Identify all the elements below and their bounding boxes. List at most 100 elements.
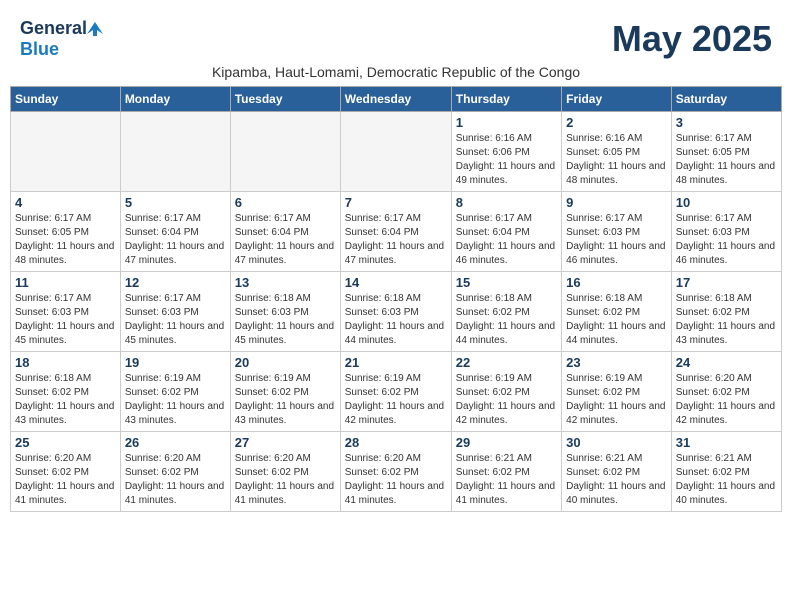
day-number: 17 (676, 275, 777, 290)
day-number: 26 (125, 435, 226, 450)
calendar-week-row: 4 Sunrise: 6:17 AM Sunset: 6:05 PM Daylig… (11, 192, 782, 272)
calendar-cell: 29 Sunrise: 6:21 AM Sunset: 6:02 PM Dayli… (451, 432, 561, 512)
day-number: 9 (566, 195, 667, 210)
month-title: May 2025 (612, 18, 772, 60)
page-header: General Blue May 2025 (10, 10, 782, 60)
day-info: Sunrise: 6:20 AM Sunset: 6:02 PM Dayligh… (345, 452, 447, 508)
day-number: 13 (235, 275, 336, 290)
day-info: Sunrise: 6:20 AM Sunset: 6:02 PM Dayligh… (676, 372, 777, 428)
day-info: Sunrise: 6:17 AM Sunset: 6:05 PM Dayligh… (15, 212, 116, 268)
calendar-cell: 27 Sunrise: 6:20 AM Sunset: 6:02 PM Dayli… (230, 432, 340, 512)
day-number: 5 (125, 195, 226, 210)
calendar-cell: 18 Sunrise: 6:18 AM Sunset: 6:02 PM Dayli… (11, 352, 121, 432)
day-info: Sunrise: 6:20 AM Sunset: 6:02 PM Dayligh… (15, 452, 116, 508)
calendar: SundayMondayTuesdayWednesdayThursdayFrid… (10, 86, 782, 512)
day-number: 6 (235, 195, 336, 210)
day-info: Sunrise: 6:17 AM Sunset: 6:05 PM Dayligh… (676, 132, 777, 188)
day-info: Sunrise: 6:18 AM Sunset: 6:02 PM Dayligh… (15, 372, 116, 428)
logo-blue: Blue (20, 39, 59, 60)
day-number: 4 (15, 195, 116, 210)
day-info: Sunrise: 6:20 AM Sunset: 6:02 PM Dayligh… (125, 452, 226, 508)
day-info: Sunrise: 6:19 AM Sunset: 6:02 PM Dayligh… (456, 372, 557, 428)
calendar-header-row: SundayMondayTuesdayWednesdayThursdayFrid… (11, 87, 782, 112)
calendar-cell: 11 Sunrise: 6:17 AM Sunset: 6:03 PM Dayli… (11, 272, 121, 352)
day-info: Sunrise: 6:17 AM Sunset: 6:03 PM Dayligh… (676, 212, 777, 268)
logo-icon (87, 20, 105, 38)
calendar-week-row: 1Sunrise: 6:16 AM Sunset: 6:06 PM Daylig… (11, 112, 782, 192)
day-number: 12 (125, 275, 226, 290)
calendar-cell: 30 Sunrise: 6:21 AM Sunset: 6:02 PM Dayli… (562, 432, 672, 512)
calendar-cell: 19Sunrise: 6:19 AM Sunset: 6:02 PM Dayli… (120, 352, 230, 432)
day-number: 11 (15, 275, 116, 290)
day-info: Sunrise: 6:16 AM Sunset: 6:05 PM Dayligh… (566, 132, 667, 188)
day-number: 28 (345, 435, 447, 450)
logo-general: General (20, 18, 87, 39)
day-info: Sunrise: 6:17 AM Sunset: 6:03 PM Dayligh… (566, 212, 667, 268)
calendar-cell: 16Sunrise: 6:18 AM Sunset: 6:02 PM Dayli… (562, 272, 672, 352)
calendar-cell: 14 Sunrise: 6:18 AM Sunset: 6:03 PM Dayli… (340, 272, 451, 352)
calendar-week-row: 25 Sunrise: 6:20 AM Sunset: 6:02 PM Dayli… (11, 432, 782, 512)
calendar-cell: 24 Sunrise: 6:20 AM Sunset: 6:02 PM Dayli… (671, 352, 781, 432)
day-info: Sunrise: 6:18 AM Sunset: 6:02 PM Dayligh… (566, 292, 667, 348)
calendar-cell: 31 Sunrise: 6:21 AM Sunset: 6:02 PM Dayli… (671, 432, 781, 512)
day-info: Sunrise: 6:20 AM Sunset: 6:02 PM Dayligh… (235, 452, 336, 508)
calendar-cell (340, 112, 451, 192)
calendar-cell: 4 Sunrise: 6:17 AM Sunset: 6:05 PM Daylig… (11, 192, 121, 272)
day-number: 30 (566, 435, 667, 450)
day-number: 3 (676, 115, 777, 130)
day-number: 8 (456, 195, 557, 210)
calendar-cell: 10 Sunrise: 6:17 AM Sunset: 6:03 PM Dayli… (671, 192, 781, 272)
calendar-cell: 3 Sunrise: 6:17 AM Sunset: 6:05 PM Daylig… (671, 112, 781, 192)
day-number: 22 (456, 355, 557, 370)
calendar-cell: 9 Sunrise: 6:17 AM Sunset: 6:03 PM Daylig… (562, 192, 672, 272)
day-info: Sunrise: 6:17 AM Sunset: 6:03 PM Dayligh… (15, 292, 116, 348)
calendar-cell: 1Sunrise: 6:16 AM Sunset: 6:06 PM Daylig… (451, 112, 561, 192)
day-info: Sunrise: 6:17 AM Sunset: 6:04 PM Dayligh… (456, 212, 557, 268)
day-number: 27 (235, 435, 336, 450)
calendar-week-row: 18 Sunrise: 6:18 AM Sunset: 6:02 PM Dayli… (11, 352, 782, 432)
day-number: 15 (456, 275, 557, 290)
day-number: 23 (566, 355, 667, 370)
day-info: Sunrise: 6:18 AM Sunset: 6:03 PM Dayligh… (345, 292, 447, 348)
calendar-cell: 8 Sunrise: 6:17 AM Sunset: 6:04 PM Daylig… (451, 192, 561, 272)
day-number: 19 (125, 355, 226, 370)
calendar-cell: 2 Sunrise: 6:16 AM Sunset: 6:05 PM Daylig… (562, 112, 672, 192)
calendar-cell: 26 Sunrise: 6:20 AM Sunset: 6:02 PM Dayli… (120, 432, 230, 512)
day-number: 21 (345, 355, 447, 370)
day-of-week-header: Thursday (451, 87, 561, 112)
day-info: Sunrise: 6:19 AM Sunset: 6:02 PM Dayligh… (235, 372, 336, 428)
day-number: 31 (676, 435, 777, 450)
day-info: Sunrise: 6:18 AM Sunset: 6:02 PM Dayligh… (676, 292, 777, 348)
day-number: 29 (456, 435, 557, 450)
day-info: Sunrise: 6:17 AM Sunset: 6:04 PM Dayligh… (345, 212, 447, 268)
calendar-cell (120, 112, 230, 192)
day-info: Sunrise: 6:18 AM Sunset: 6:03 PM Dayligh… (235, 292, 336, 348)
day-info: Sunrise: 6:21 AM Sunset: 6:02 PM Dayligh… (456, 452, 557, 508)
day-number: 20 (235, 355, 336, 370)
day-number: 2 (566, 115, 667, 130)
day-number: 25 (15, 435, 116, 450)
logo: General Blue (20, 18, 105, 60)
day-number: 18 (15, 355, 116, 370)
day-number: 14 (345, 275, 447, 290)
calendar-cell: 6Sunrise: 6:17 AM Sunset: 6:04 PM Daylig… (230, 192, 340, 272)
day-info: Sunrise: 6:17 AM Sunset: 6:03 PM Dayligh… (125, 292, 226, 348)
calendar-cell: 13 Sunrise: 6:18 AM Sunset: 6:03 PM Dayli… (230, 272, 340, 352)
day-of-week-header: Friday (562, 87, 672, 112)
day-info: Sunrise: 6:19 AM Sunset: 6:02 PM Dayligh… (345, 372, 447, 428)
day-number: 24 (676, 355, 777, 370)
calendar-cell: 5Sunrise: 6:17 AM Sunset: 6:04 PM Daylig… (120, 192, 230, 272)
day-of-week-header: Monday (120, 87, 230, 112)
day-of-week-header: Saturday (671, 87, 781, 112)
calendar-cell: 20 Sunrise: 6:19 AM Sunset: 6:02 PM Dayli… (230, 352, 340, 432)
day-of-week-header: Sunday (11, 87, 121, 112)
calendar-cell: 7Sunrise: 6:17 AM Sunset: 6:04 PM Daylig… (340, 192, 451, 272)
day-info: Sunrise: 6:21 AM Sunset: 6:02 PM Dayligh… (566, 452, 667, 508)
day-number: 10 (676, 195, 777, 210)
calendar-cell: 22 Sunrise: 6:19 AM Sunset: 6:02 PM Dayli… (451, 352, 561, 432)
day-info: Sunrise: 6:16 AM Sunset: 6:06 PM Dayligh… (456, 132, 557, 188)
calendar-cell (11, 112, 121, 192)
calendar-cell: 17 Sunrise: 6:18 AM Sunset: 6:02 PM Dayli… (671, 272, 781, 352)
calendar-cell: 12 Sunrise: 6:17 AM Sunset: 6:03 PM Dayli… (120, 272, 230, 352)
day-info: Sunrise: 6:21 AM Sunset: 6:02 PM Dayligh… (676, 452, 777, 508)
